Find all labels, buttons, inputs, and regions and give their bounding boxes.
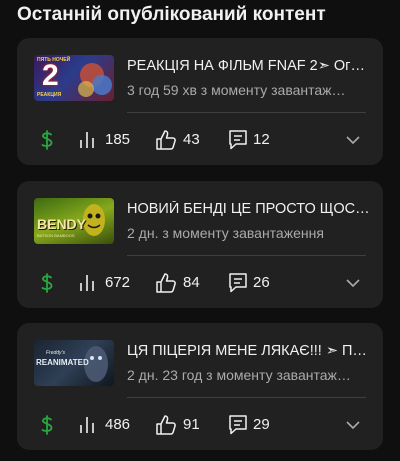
thumbs-up-icon (156, 130, 176, 150)
section-title: Останній опублікований контент (17, 4, 326, 25)
dollar-icon[interactable] (39, 272, 55, 294)
chevron-down-icon[interactable] (345, 129, 361, 151)
thumbs-up-icon (156, 273, 176, 293)
chevron-down-icon[interactable] (345, 272, 361, 294)
comments-count: 12 (253, 131, 270, 148)
video-upload-time: 2 дн. з моменту завантаження (127, 225, 324, 241)
views-bars-icon (80, 417, 94, 433)
comment-icon (229, 415, 247, 435)
comment-icon (229, 130, 247, 150)
thumbnail-text-bottom: РЕАКЦИЯ (37, 92, 62, 98)
divider (127, 255, 366, 256)
divider (127, 397, 366, 398)
views-bars-icon (80, 132, 94, 148)
video-stats: 185 43 12 (17, 122, 383, 158)
video-card[interactable]: Freddy's REANIMATED ЦЯ ПІЦЕРІЯ МЕНЕ ЛЯКА… (17, 323, 383, 450)
video-title[interactable]: НОВИЙ БЕНДІ ЦЕ ПРОСТО ЩОС… (127, 201, 372, 217)
thumbnail-text-big: 2 (42, 59, 59, 92)
views-count: 185 (105, 131, 131, 148)
dollar-icon[interactable] (39, 129, 55, 151)
video-thumbnail[interactable]: ПЯТЬ НОЧЕЙ 2 РЕАКЦИЯ (34, 55, 114, 101)
video-thumbnail[interactable]: BENDY BATSON BAMBOOS (34, 198, 114, 244)
comments-count: 29 (253, 416, 270, 433)
video-title[interactable]: ЦЯ ПІЦЕРІЯ МЕНЕ ЛЯКАЄ!!! ➣ П… (127, 343, 372, 359)
thumbnail-text-top: Freddy's (46, 350, 66, 356)
video-upload-time: 2 дн. 23 год з моменту завантаж… (127, 367, 351, 383)
video-upload-time: 3 год 59 хв з моменту завантаж… (127, 82, 346, 98)
comment-icon (229, 273, 247, 293)
views-count: 672 (105, 274, 131, 291)
likes-count: 91 (183, 416, 200, 433)
video-stats: 672 84 26 (17, 265, 383, 301)
comments-count: 26 (253, 274, 270, 291)
thumbnail-text-big: REANIMATED (36, 358, 89, 367)
thumbs-up-icon (156, 415, 176, 435)
dollar-icon[interactable] (39, 414, 55, 436)
divider (127, 112, 366, 113)
likes-count: 84 (183, 274, 200, 291)
video-title[interactable]: РЕАКЦІЯ НА ФІЛЬМ FNAF 2➣ Ог… (127, 58, 372, 74)
chevron-down-icon[interactable] (345, 414, 361, 436)
video-thumbnail[interactable]: Freddy's REANIMATED (34, 340, 114, 386)
thumbnail-text-big: BENDY (37, 216, 87, 232)
thumbnail-text-bottom: BATSON BAMBOOS (37, 233, 75, 238)
video-card[interactable]: ПЯТЬ НОЧЕЙ 2 РЕАКЦИЯ РЕАКЦІЯ НА ФІЛЬМ FN… (17, 38, 383, 165)
likes-count: 43 (183, 131, 200, 148)
video-card[interactable]: BENDY BATSON BAMBOOS НОВИЙ БЕНДІ ЦЕ ПРОС… (17, 181, 383, 308)
video-stats: 486 91 29 (17, 407, 383, 443)
views-bars-icon (80, 275, 94, 291)
views-count: 486 (105, 416, 131, 433)
